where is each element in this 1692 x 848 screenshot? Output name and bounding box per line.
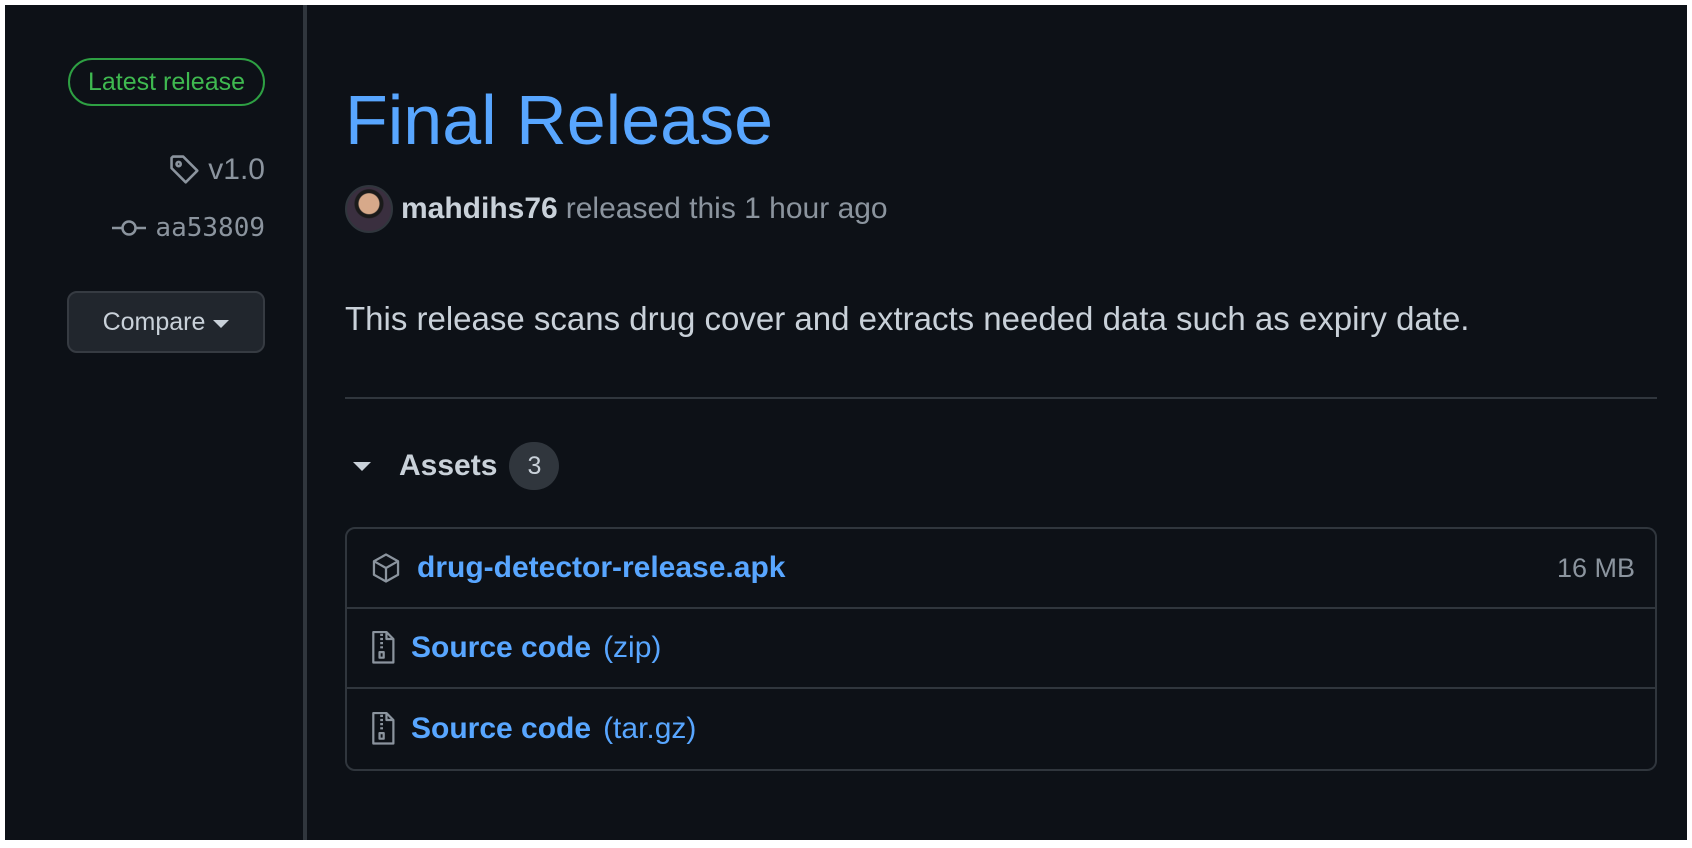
author-link[interactable]: mahdihs76 bbox=[401, 192, 558, 226]
package-icon bbox=[372, 553, 400, 583]
commit-link[interactable]: aa53809 bbox=[111, 211, 265, 245]
file-zip-icon bbox=[372, 630, 395, 664]
release-sidebar: Latest release v1.0 aa53809 Compare bbox=[5, 5, 307, 840]
release-description: This release scans drug cover and extrac… bbox=[345, 300, 1470, 337]
release-panel: Latest release v1.0 aa53809 Compare Fina… bbox=[5, 5, 1687, 840]
assets-toggle[interactable]: Assets 3 bbox=[353, 441, 560, 491]
assets-list: drug-detector-release.apk 16 MB Source c… bbox=[345, 527, 1657, 771]
tag-link[interactable]: v1.0 bbox=[168, 151, 265, 189]
tag-name: v1.0 bbox=[208, 153, 265, 186]
latest-release-badge: Latest release bbox=[67, 58, 265, 106]
source-code-targz-link[interactable]: Source code bbox=[411, 712, 591, 746]
asset-row: drug-detector-release.apk 16 MB bbox=[347, 529, 1655, 609]
release-meta: mahdihs76 released this 1 hour ago bbox=[345, 183, 888, 235]
assets-label: Assets bbox=[399, 449, 498, 482]
source-code-zip-link[interactable]: Source code bbox=[411, 631, 591, 665]
compare-button[interactable]: Compare bbox=[67, 291, 265, 353]
asset-format[interactable]: (zip) bbox=[603, 631, 661, 665]
chevron-down-icon bbox=[213, 319, 230, 328]
file-zip-icon bbox=[372, 711, 395, 745]
asset-size: 16 MB bbox=[1556, 552, 1635, 583]
commit-icon bbox=[112, 220, 147, 236]
compare-label: Compare bbox=[102, 307, 206, 336]
asset-row: Source code (tar.gz) bbox=[347, 689, 1655, 769]
release-title[interactable]: Final Release bbox=[345, 75, 773, 165]
released-time-text: released this 1 hour ago bbox=[565, 192, 888, 225]
triangle-down-icon bbox=[353, 461, 371, 471]
asset-row: Source code (zip) bbox=[347, 609, 1655, 689]
asset-format[interactable]: (tar.gz) bbox=[603, 712, 696, 746]
commit-sha: aa53809 bbox=[155, 213, 265, 243]
avatar[interactable] bbox=[345, 185, 393, 233]
assets-count-badge: 3 bbox=[509, 442, 560, 490]
asset-download-link[interactable]: drug-detector-release.apk bbox=[417, 551, 785, 585]
tag-icon bbox=[170, 155, 199, 184]
release-main: Final Release mahdihs76 released this 1 … bbox=[345, 5, 1657, 840]
divider bbox=[345, 397, 1657, 399]
